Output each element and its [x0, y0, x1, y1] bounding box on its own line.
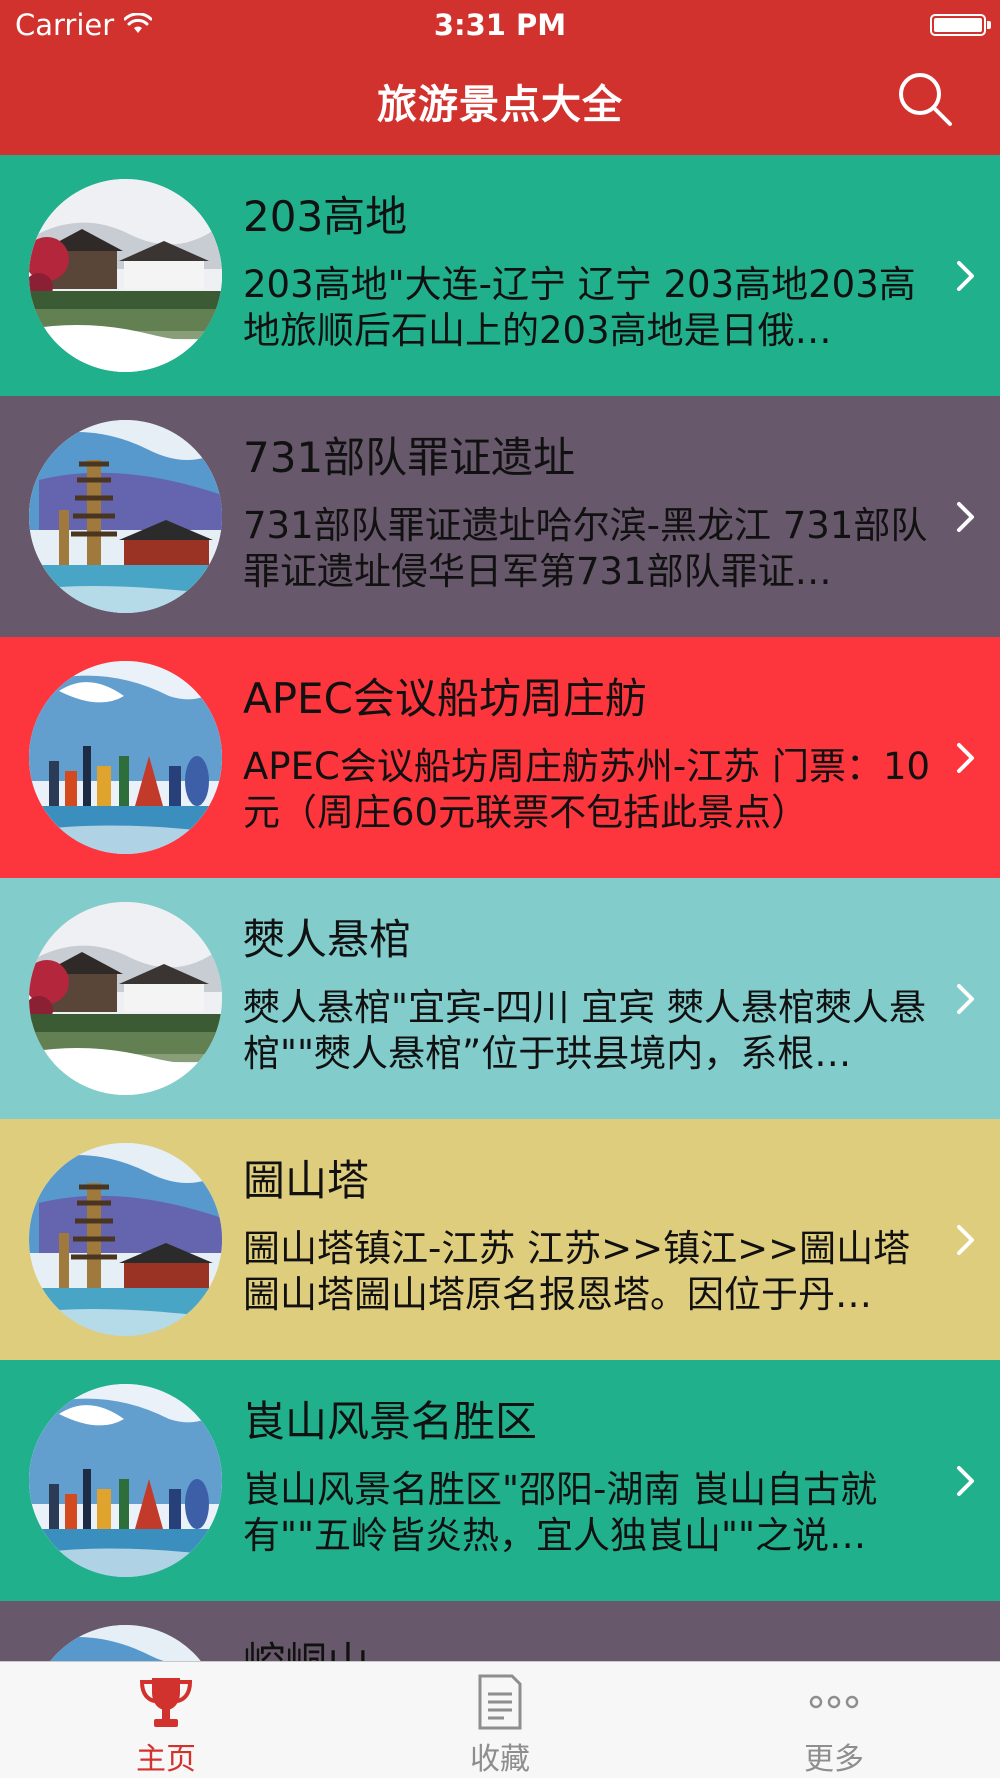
attraction-title: 崀山风景名胜区 [243, 1397, 538, 1446]
document-icon [478, 1674, 522, 1730]
list-item[interactable]: 崆峒山 [0, 1601, 1000, 1661]
navigation-header: Carrier 3:31 PM 旅游景点大全 [0, 0, 1000, 155]
tab-favorites[interactable]: 收藏 [400, 1662, 600, 1779]
attraction-thumbnail [29, 420, 222, 613]
attraction-title: 圌山塔 [243, 1156, 370, 1205]
search-icon[interactable] [898, 72, 954, 128]
attraction-title: 731部队罪证遗址 [243, 433, 576, 482]
chevron-right-icon [957, 502, 974, 532]
chevron-right-icon [957, 984, 974, 1014]
tab-bar: 主页 收藏 更多 [0, 1661, 1000, 1778]
attraction-description: APEC会议船坊周庄舫苏州-江苏 门票：10元（周庄60元联票不包括此景点） [243, 745, 931, 834]
chevron-right-icon [957, 743, 974, 773]
tab-more[interactable]: 更多 [734, 1662, 934, 1779]
attraction-thumbnail [29, 179, 222, 372]
list-item[interactable]: 崀山风景名胜区崀山风景名胜区"邵阳-湖南 崀山自古就有""五岭皆炎热，宜人独崀山… [0, 1360, 1000, 1601]
list-item[interactable]: APEC会议船坊周庄舫 APEC会议船坊周庄舫苏州-江苏 门票：10元（周庄60元… [0, 637, 1000, 878]
tab-home-label: 主页 [136, 1742, 196, 1777]
attraction-thumbnail [29, 1143, 222, 1336]
attraction-thumbnail [29, 902, 222, 1095]
more-dots-icon [809, 1695, 859, 1709]
list-item[interactable]: 僰人悬棺僰人悬棺"宜宾-四川 宜宾 僰人悬棺僰人悬棺""僰人悬棺”位于珙县境内，… [0, 878, 1000, 1119]
tab-more-label: 更多 [804, 1742, 864, 1777]
attraction-description: 731部队罪证遗址哈尔滨-黑龙江 731部队罪证遗址侵华日军第731部队罪证… [243, 504, 928, 593]
attraction-title: 203高地 [243, 192, 408, 241]
status-bar: Carrier 3:31 PM [0, 0, 1000, 50]
attraction-title: APEC会议船坊周庄舫 [243, 674, 647, 723]
tab-favorites-label: 收藏 [470, 1742, 530, 1777]
status-time: 3:31 PM [433, 8, 567, 42]
attraction-thumbnail [29, 661, 222, 854]
attraction-description: 崀山风景名胜区"邵阳-湖南 崀山自古就有""五岭皆炎热，宜人独崀山""之说… [243, 1468, 878, 1557]
attraction-description: 圌山塔镇江-江苏 江苏>>镇江>>圌山塔圌山塔圌山塔原名报恩塔。因位于丹… [243, 1227, 911, 1316]
attraction-description: 203高地"大连-辽宁 辽宁 203高地203高地旅顺后石山上的203高地是日俄… [243, 263, 916, 352]
chevron-right-icon [957, 261, 974, 291]
list-item[interactable]: 203高地 203高地"大连-辽宁 辽宁 203高地203高地旅顺后石山上的203… [0, 155, 1000, 396]
attraction-description: 僰人悬棺"宜宾-四川 宜宾 僰人悬棺僰人悬棺""僰人悬棺”位于珙县境内，系根… [243, 986, 926, 1075]
attraction-title: 僰人悬棺 [243, 915, 412, 964]
chevron-right-icon [957, 1466, 974, 1496]
tab-home[interactable]: 主页 [66, 1662, 266, 1779]
chevron-right-icon [957, 1225, 974, 1255]
trophy-icon [139, 1678, 193, 1727]
attraction-thumbnail [29, 1384, 222, 1577]
attraction-list[interactable]: 203高地 203高地"大连-辽宁 辽宁 203高地203高地旅顺后石山上的203… [0, 155, 1000, 1661]
list-item[interactable]: 731部队罪证遗址 731部队罪证遗址哈尔滨-黑龙江 731部队罪证遗址侵华日军第… [0, 396, 1000, 637]
attraction-title: 崆峒山 [243, 1629, 369, 1661]
page-title: 旅游景点大全 [377, 82, 623, 128]
battery-icon [930, 14, 991, 36]
attraction-thumbnail [29, 1625, 222, 1661]
list-item[interactable]: 圌山塔圌山塔镇江-江苏 江苏>>镇江>>圌山塔圌山塔圌山塔原名报恩塔。因位于丹… [0, 1119, 1000, 1360]
